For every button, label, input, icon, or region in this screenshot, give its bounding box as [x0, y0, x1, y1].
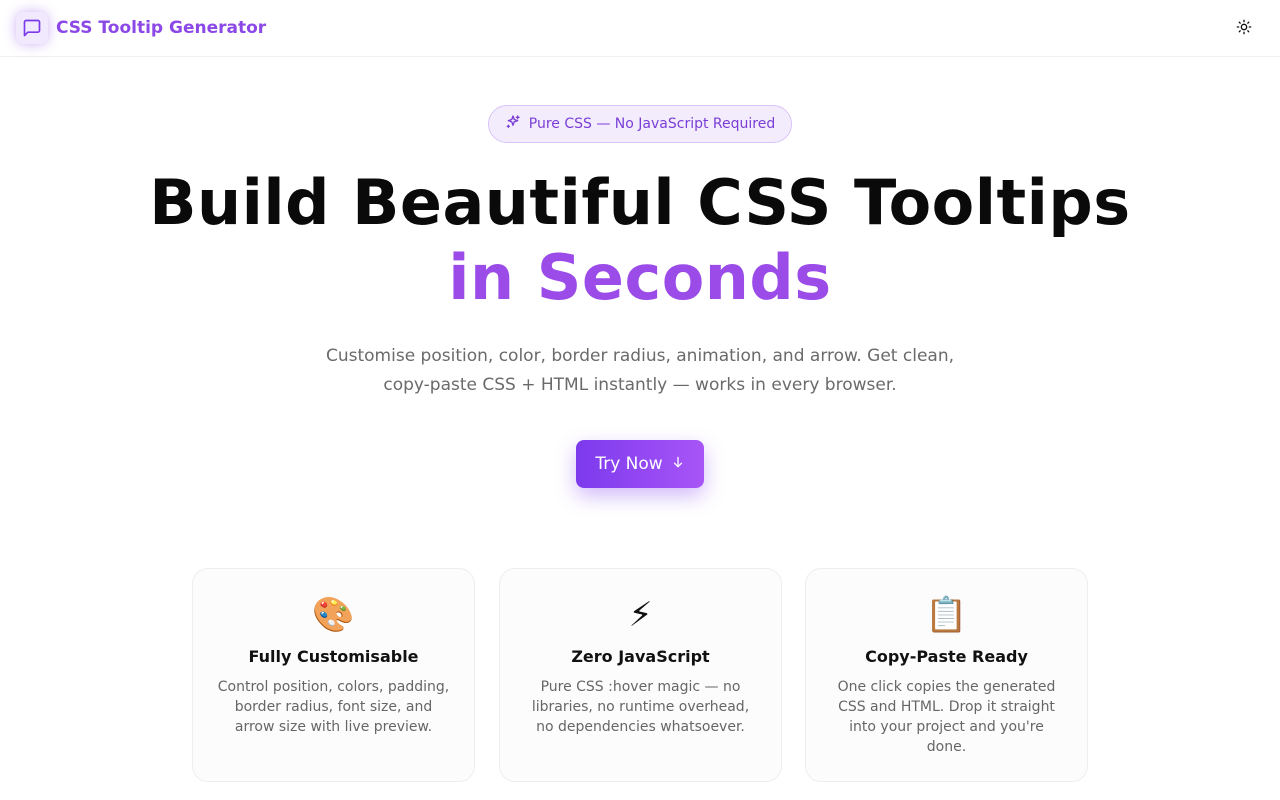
feature-card-customisable: 🎨 Fully Customisable Control position, c… — [192, 568, 475, 782]
feature-description: One click copies the generated CSS and H… — [826, 677, 1067, 757]
hero-subtitle-line2: copy-paste CSS + HTML instantly — works … — [383, 375, 897, 395]
site-title: CSS Tooltip Generator — [56, 18, 267, 38]
message-square-icon — [16, 12, 48, 44]
hero-subtitle: Customise position, color, border radius… — [290, 342, 990, 400]
pure-css-badge: Pure CSS — No JavaScript Required — [488, 105, 792, 143]
feature-desc-line: libraries, no runtime overhead, — [531, 699, 750, 715]
badge-label: Pure CSS — No JavaScript Required — [528, 116, 776, 132]
feature-desc-line: border radius, font size, and — [234, 699, 433, 715]
feature-desc-line: CSS and HTML. Drop it straight — [838, 699, 1055, 715]
feature-card-copy-paste: 📋 Copy-Paste Ready One click copies the … — [805, 568, 1088, 782]
feature-title: Zero JavaScript — [571, 647, 710, 666]
brand[interactable]: CSS Tooltip Generator — [16, 12, 266, 44]
feature-desc-line: Pure CSS :hover magic — no — [540, 679, 741, 695]
feature-desc-line: arrow size with live preview. — [234, 719, 433, 735]
hero-subtitle-line1: Customise position, color, border radius… — [325, 346, 955, 366]
feature-card-zero-js: ⚡ Zero JavaScript Pure CSS :hover magic … — [499, 568, 782, 782]
try-now-label: Try Now — [595, 454, 663, 474]
feature-desc-line: Control position, colors, padding, — [217, 679, 450, 695]
palette-icon: 🎨 — [312, 595, 355, 635]
feature-title: Fully Customisable — [248, 647, 419, 666]
feature-desc-line: into your project and you're — [849, 719, 1044, 735]
feature-desc-line: One click copies the generated — [837, 679, 1056, 695]
lightning-icon: ⚡ — [628, 595, 653, 635]
sparkles-icon — [505, 114, 521, 134]
clipboard-icon: 📋 — [925, 595, 968, 635]
arrow-down-icon — [671, 454, 685, 474]
feature-description: Pure CSS :hover magic — no libraries, no… — [520, 677, 761, 737]
try-now-button[interactable]: Try Now — [576, 440, 704, 488]
sun-icon — [1236, 19, 1252, 38]
site-header: CSS Tooltip Generator — [0, 0, 1280, 57]
feature-description: Control position, colors, padding, borde… — [213, 677, 454, 737]
hero-title-highlight: in Seconds — [448, 241, 832, 314]
hero-title: Build Beautiful CSS Tooltips — [149, 166, 1131, 239]
theme-toggle-button[interactable] — [1232, 16, 1256, 40]
feature-desc-line: done. — [926, 739, 967, 755]
feature-title: Copy-Paste Ready — [865, 647, 1028, 666]
feature-desc-line: no dependencies whatsoever. — [536, 719, 745, 735]
